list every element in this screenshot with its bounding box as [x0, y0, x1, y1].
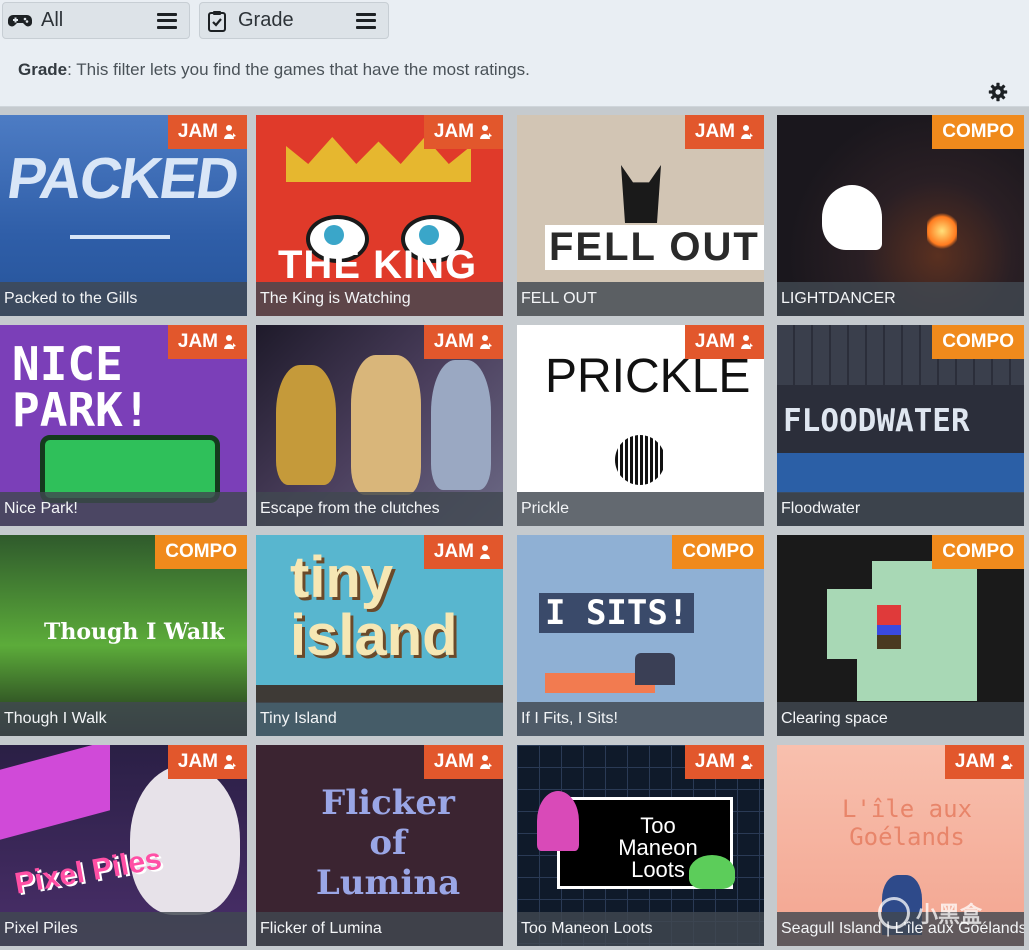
thumbnail-art-text: FLOODWATER	[783, 403, 970, 439]
badge-label: JAM	[954, 751, 995, 772]
user-icon	[480, 125, 492, 139]
badge-label: COMPO	[942, 541, 1014, 562]
clipboard-check-icon	[204, 10, 230, 32]
badge-label: JAM	[433, 121, 474, 142]
thumbnail-art-text: Flicker of Lumina	[315, 783, 461, 903]
jam-badge: JAM	[684, 115, 764, 149]
compo-badge: COMPO	[155, 535, 247, 569]
game-card-too-maneon-loots[interactable]: Too Maneon Loots JAM Too Maneon Loots	[517, 745, 764, 946]
compo-badge: COMPO	[932, 325, 1024, 359]
badge-label: COMPO	[942, 121, 1014, 142]
badge-label: JAM	[694, 121, 735, 142]
game-card-though-i-walk[interactable]: Though I Walk COMPO Though I Walk	[0, 535, 247, 736]
user-icon	[480, 545, 490, 559]
jam-badge: JAM	[423, 115, 503, 149]
jam-badge: JAM	[167, 115, 247, 149]
game-card-packed-to-the-gills[interactable]: PACKED JAM Packed to the Gills	[0, 115, 247, 316]
game-title: Too Maneon Loots	[517, 912, 764, 946]
user-icon	[480, 335, 492, 349]
badge-label: JAM	[694, 751, 735, 772]
thumbnail-art-text: L'île aux Goélands	[841, 795, 973, 851]
jam-badge: JAM	[684, 325, 764, 359]
badge-label: JAM	[433, 331, 474, 352]
game-title: Pixel Piles	[0, 912, 247, 946]
gamepad-icon	[7, 10, 33, 32]
badge-label: COMPO	[682, 541, 754, 562]
user-icon	[1001, 755, 1013, 769]
compo-badge: COMPO	[932, 535, 1024, 569]
game-title: Floodwater	[777, 492, 1024, 526]
compo-badge: COMPO	[932, 115, 1024, 149]
badge-label: COMPO	[942, 331, 1014, 352]
jam-badge: JAM	[167, 745, 247, 779]
game-title: Clearing space	[777, 702, 1024, 736]
user-icon	[480, 755, 492, 769]
thumbnail-art-text: PACKED	[3, 146, 242, 211]
user-icon	[224, 755, 236, 769]
filter-description: Grade: This filter lets you find the gam…	[18, 60, 530, 80]
game-title: The King is Watching	[256, 282, 503, 316]
game-title: LIGHTDANCER	[777, 282, 1024, 316]
platform-filter-label: All	[41, 9, 64, 31]
game-card-lightdancer[interactable]: COMPO LIGHTDANCER	[777, 115, 1024, 316]
game-card-nice-park[interactable]: NICE PARK! JAM Nice Park!	[0, 325, 247, 526]
compo-badge: COMPO	[672, 535, 764, 569]
badge-label: JAM	[177, 331, 218, 352]
badge-label: JAM	[694, 331, 735, 352]
badge-label: COMPO	[165, 541, 237, 562]
game-title: FELL OUT	[517, 282, 764, 316]
game-title: Prickle	[517, 492, 764, 526]
jam-badge: JAM	[684, 745, 764, 779]
jam-badge: JAM	[423, 745, 503, 779]
game-title: Tiny Island	[256, 702, 503, 736]
watermark-logo-icon	[878, 897, 910, 929]
game-title: Packed to the Gills	[0, 282, 247, 316]
filter-bar: All Grade Grade: This filter lets you fi…	[0, 0, 1029, 107]
game-card-the-king-is-watching[interactable]: THE KING JAM The King is Watching	[256, 115, 503, 316]
game-title: Nice Park!	[0, 492, 247, 526]
platform-filter-dropdown[interactable]: All	[2, 2, 190, 39]
thumbnail-art-text: Though I Walk	[44, 619, 225, 645]
sort-filter-label: Grade	[238, 9, 294, 31]
user-icon	[224, 125, 236, 139]
thumbnail-art-text: I SITS!	[539, 593, 695, 633]
game-card-prickle[interactable]: PRICKLE JAM Prickle	[517, 325, 764, 526]
game-card-flicker-of-lumina[interactable]: Flicker of Lumina JAM Flicker of Lumina	[256, 745, 503, 946]
jam-badge: JAM	[167, 325, 247, 359]
game-card-tiny-island[interactable]: tiny island JAM Tiny Island	[256, 535, 503, 736]
game-title: Though I Walk	[0, 702, 247, 736]
filter-description-term: Grade	[18, 60, 68, 79]
watermark-text: 小黑盒	[916, 902, 983, 927]
badge-label: JAM	[433, 751, 474, 772]
sort-filter-dropdown[interactable]: Grade	[199, 2, 389, 39]
game-title: Flicker of Lumina	[256, 912, 503, 946]
game-title: If I Fits, I Sits!	[517, 702, 764, 736]
badge-label: JAM	[177, 121, 218, 142]
game-title: Escape from the clutches	[256, 492, 503, 526]
badge-label: JAM	[177, 751, 218, 772]
thumbnail-art-text: FELL OUT	[545, 225, 764, 270]
game-card-fell-out[interactable]: FELL OUT JAM FELL OUT	[517, 115, 764, 316]
game-card-escape-from-the-clutches[interactable]: JAM Escape from the clutches	[256, 325, 503, 526]
filter-description-text: : This filter lets you find the games th…	[67, 60, 530, 79]
hamburger-menu-icon	[356, 12, 376, 29]
user-icon	[741, 335, 753, 349]
watermark: 小黑盒	[878, 893, 982, 933]
hamburger-menu-icon	[157, 12, 177, 29]
user-icon	[741, 755, 753, 769]
user-icon	[224, 335, 236, 349]
game-card-pixel-piles[interactable]: Pixel Piles JAM Pixel Piles	[0, 745, 247, 946]
settings-gear-icon[interactable]	[988, 82, 1008, 102]
game-card-if-i-fits-i-sits[interactable]: I SITS! COMPO If I Fits, I Sits!	[517, 535, 764, 736]
jam-badge: JAM	[423, 535, 503, 569]
game-card-clearing-space[interactable]: COMPO Clearing space	[777, 535, 1024, 736]
game-card-floodwater[interactable]: FLOODWATER COMPO Floodwater	[777, 325, 1024, 526]
jam-badge: JAM	[944, 745, 1024, 779]
badge-label: JAM	[433, 541, 474, 562]
user-icon	[741, 125, 753, 139]
jam-badge: JAM	[423, 325, 503, 359]
